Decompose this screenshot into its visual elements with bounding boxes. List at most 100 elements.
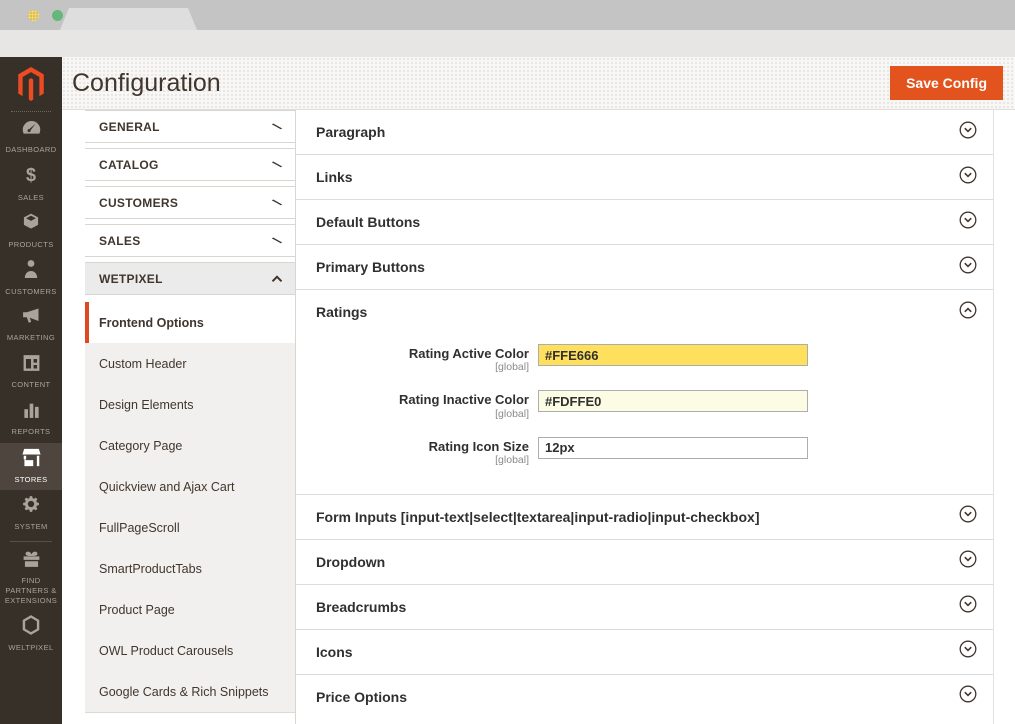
magento-logo-icon[interactable] — [0, 57, 62, 103]
admin-sidebar: DASHBOARD $ SALES PRODUCTS CUSTOMERS MARKETIN… — [0, 57, 62, 724]
config-nav-item-fullpagescroll[interactable]: FullPageScroll — [85, 507, 295, 548]
accordion-section: Primary Buttons — [296, 245, 993, 290]
sidebar-item-label: CONTENT — [11, 380, 50, 390]
sidebar-item-products[interactable]: PRODUCTS — [0, 208, 62, 255]
accordion-header-paragraph[interactable]: Paragraph — [296, 110, 993, 154]
config-nav-section-label: CATALOG — [99, 158, 159, 172]
sidebar-item-content[interactable]: CONTENT — [0, 349, 62, 396]
window-maximize-button[interactable] — [52, 10, 63, 21]
field-label: Rating Icon Size[global] — [316, 437, 529, 466]
accordion-section: Links — [296, 155, 993, 200]
products-icon — [21, 212, 41, 237]
accordion-header-price-options[interactable]: Price Options — [296, 675, 993, 719]
sidebar-item-label: SYSTEM — [14, 522, 47, 532]
accordion-header-icons[interactable]: Icons — [296, 630, 993, 674]
sidebar-item-label: PRODUCTS — [8, 240, 53, 250]
sidebar-item-system[interactable]: SYSTEM — [0, 490, 62, 537]
config-nav-item-frontend-options[interactable]: Frontend Options — [85, 302, 295, 343]
field-scope-label: [global] — [316, 408, 529, 420]
sidebar-item-label: WELTPIXEL — [8, 643, 53, 653]
sidebar-item-dashboard[interactable]: DASHBOARD — [0, 114, 62, 161]
field-input-rating-active-color[interactable] — [538, 344, 808, 366]
accordion-title: Paragraph — [316, 124, 385, 140]
accordion-header-dropdown[interactable]: Dropdown — [296, 540, 993, 584]
sidebar-section-divider — [10, 541, 52, 542]
sidebar-item-marketing[interactable]: MARKETING — [0, 302, 62, 349]
accordion-header-primary-buttons[interactable]: Primary Buttons — [296, 245, 993, 289]
expand-circle-icon[interactable] — [959, 256, 977, 279]
expand-circle-icon[interactable] — [959, 550, 977, 573]
content-icon — [22, 354, 41, 377]
config-nav-section-label: GENERAL — [99, 120, 160, 134]
sidebar-item-customers[interactable]: CUSTOMERS — [0, 255, 62, 302]
config-nav-item-category-page[interactable]: Category Page — [85, 425, 295, 466]
field-input-rating-icon-size[interactable] — [538, 437, 808, 459]
expand-circle-icon[interactable] — [959, 166, 977, 189]
field-label: Rating Active Color[global] — [316, 344, 529, 373]
field-input-rating-inactive-color[interactable] — [538, 390, 808, 412]
accordion-header-breadcrumbs[interactable]: Breadcrumbs — [296, 585, 993, 629]
expand-circle-icon[interactable] — [959, 640, 977, 663]
config-nav-item-smartproducttabs[interactable]: SmartProductTabs — [85, 548, 295, 589]
accordion-section: Breadcrumbs — [296, 585, 993, 630]
sidebar-item-weltpixel[interactable]: WELTPIXEL — [0, 610, 62, 657]
sales-icon: $ — [22, 165, 40, 190]
window-minimize-button[interactable] — [28, 10, 39, 21]
form-field-row: Rating Inactive Color[global] — [316, 390, 973, 419]
sidebar-item-label: STORES — [14, 475, 47, 485]
expand-circle-icon[interactable] — [959, 121, 977, 144]
sidebar-item-stores[interactable]: STORES — [0, 443, 62, 490]
workspace: GENERAL CATALOG CUSTOMERS SALES WETPIXEL Fron… — [62, 110, 1015, 724]
dashboard-icon — [21, 119, 42, 142]
browser-chrome — [0, 0, 1015, 30]
sidebar-item-label: SALES — [18, 193, 44, 203]
config-nav-item-design-elements[interactable]: Design Elements — [85, 384, 295, 425]
sidebar-menu: DASHBOARD $ SALES PRODUCTS CUSTOMERS MARKETIN… — [0, 114, 62, 657]
chevron-down-icon — [271, 156, 283, 174]
expand-circle-icon[interactable] — [959, 211, 977, 234]
chevron-down-icon — [271, 118, 283, 136]
sidebar-item-label: CUSTOMERS — [5, 287, 56, 297]
config-nav-item-quickview-and-ajax-cart[interactable]: Quickview and Ajax Cart — [85, 466, 295, 507]
partners-icon — [21, 550, 42, 573]
sidebar-item-sales[interactable]: $ SALES — [0, 161, 62, 208]
field-label-text: Rating Icon Size — [316, 440, 529, 454]
browser-toolbar — [0, 30, 1015, 57]
config-nav-section-catalog[interactable]: CATALOG — [85, 148, 295, 181]
browser-tab[interactable] — [60, 8, 197, 30]
sidebar-item-find-partners[interactable]: FIND PARTNERS & EXTENSIONS — [0, 546, 62, 610]
config-nav-section-general[interactable]: GENERAL — [85, 110, 295, 143]
expand-circle-icon[interactable] — [959, 595, 977, 618]
customers-icon — [23, 259, 39, 284]
accordion-header-links[interactable]: Links — [296, 155, 993, 199]
field-label-text: Rating Active Color — [316, 347, 529, 361]
config-nav-section-wetpixel[interactable]: WETPIXEL — [85, 262, 295, 295]
config-nav-item-owl-product-carousels[interactable]: OWL Product Carousels — [85, 630, 295, 671]
config-nav-section-label: CUSTOMERS — [99, 196, 178, 210]
accordion-body: Rating Active Color[global]Rating Inacti… — [296, 334, 993, 494]
accordion-header-form-inputs-input-text-select-textarea-i[interactable]: Form Inputs [input-text|select|textarea|… — [296, 495, 993, 539]
sidebar-item-reports[interactable]: REPORTS — [0, 396, 62, 443]
accordion-header-default-buttons[interactable]: Default Buttons — [296, 200, 993, 244]
weltpixel-icon — [22, 615, 40, 640]
expand-circle-icon[interactable] — [959, 685, 977, 708]
form-field-row: Rating Active Color[global] — [316, 344, 973, 373]
collapse-circle-icon[interactable] — [959, 301, 977, 324]
config-nav-item-product-page[interactable]: Product Page — [85, 589, 295, 630]
config-nav-item-google-cards-rich-snippets[interactable]: Google Cards & Rich Snippets — [85, 671, 295, 712]
accordion-section: Form Inputs [input-text|select|textarea|… — [296, 495, 993, 540]
save-config-button[interactable]: Save Config — [890, 66, 1003, 100]
page-header: Configuration Save Config — [62, 57, 1015, 110]
field-scope-label: [global] — [316, 361, 529, 373]
config-nav-section-label: WETPIXEL — [99, 272, 163, 286]
accordion-header-ratings[interactable]: Ratings — [296, 290, 993, 334]
config-nav-item-custom-header[interactable]: Custom Header — [85, 343, 295, 384]
config-nav-subitems: Frontend OptionsCustom HeaderDesign Elem… — [85, 302, 295, 713]
magento-admin: DASHBOARD $ SALES PRODUCTS CUSTOMERS MARKETIN… — [0, 57, 1015, 724]
config-nav-section-sales[interactable]: SALES — [85, 224, 295, 257]
accordion-title: Dropdown — [316, 554, 385, 570]
sidebar-item-label: MARKETING — [7, 333, 55, 343]
expand-circle-icon[interactable] — [959, 505, 977, 528]
accordion-title: Breadcrumbs — [316, 599, 406, 615]
config-nav-section-customers[interactable]: CUSTOMERS — [85, 186, 295, 219]
